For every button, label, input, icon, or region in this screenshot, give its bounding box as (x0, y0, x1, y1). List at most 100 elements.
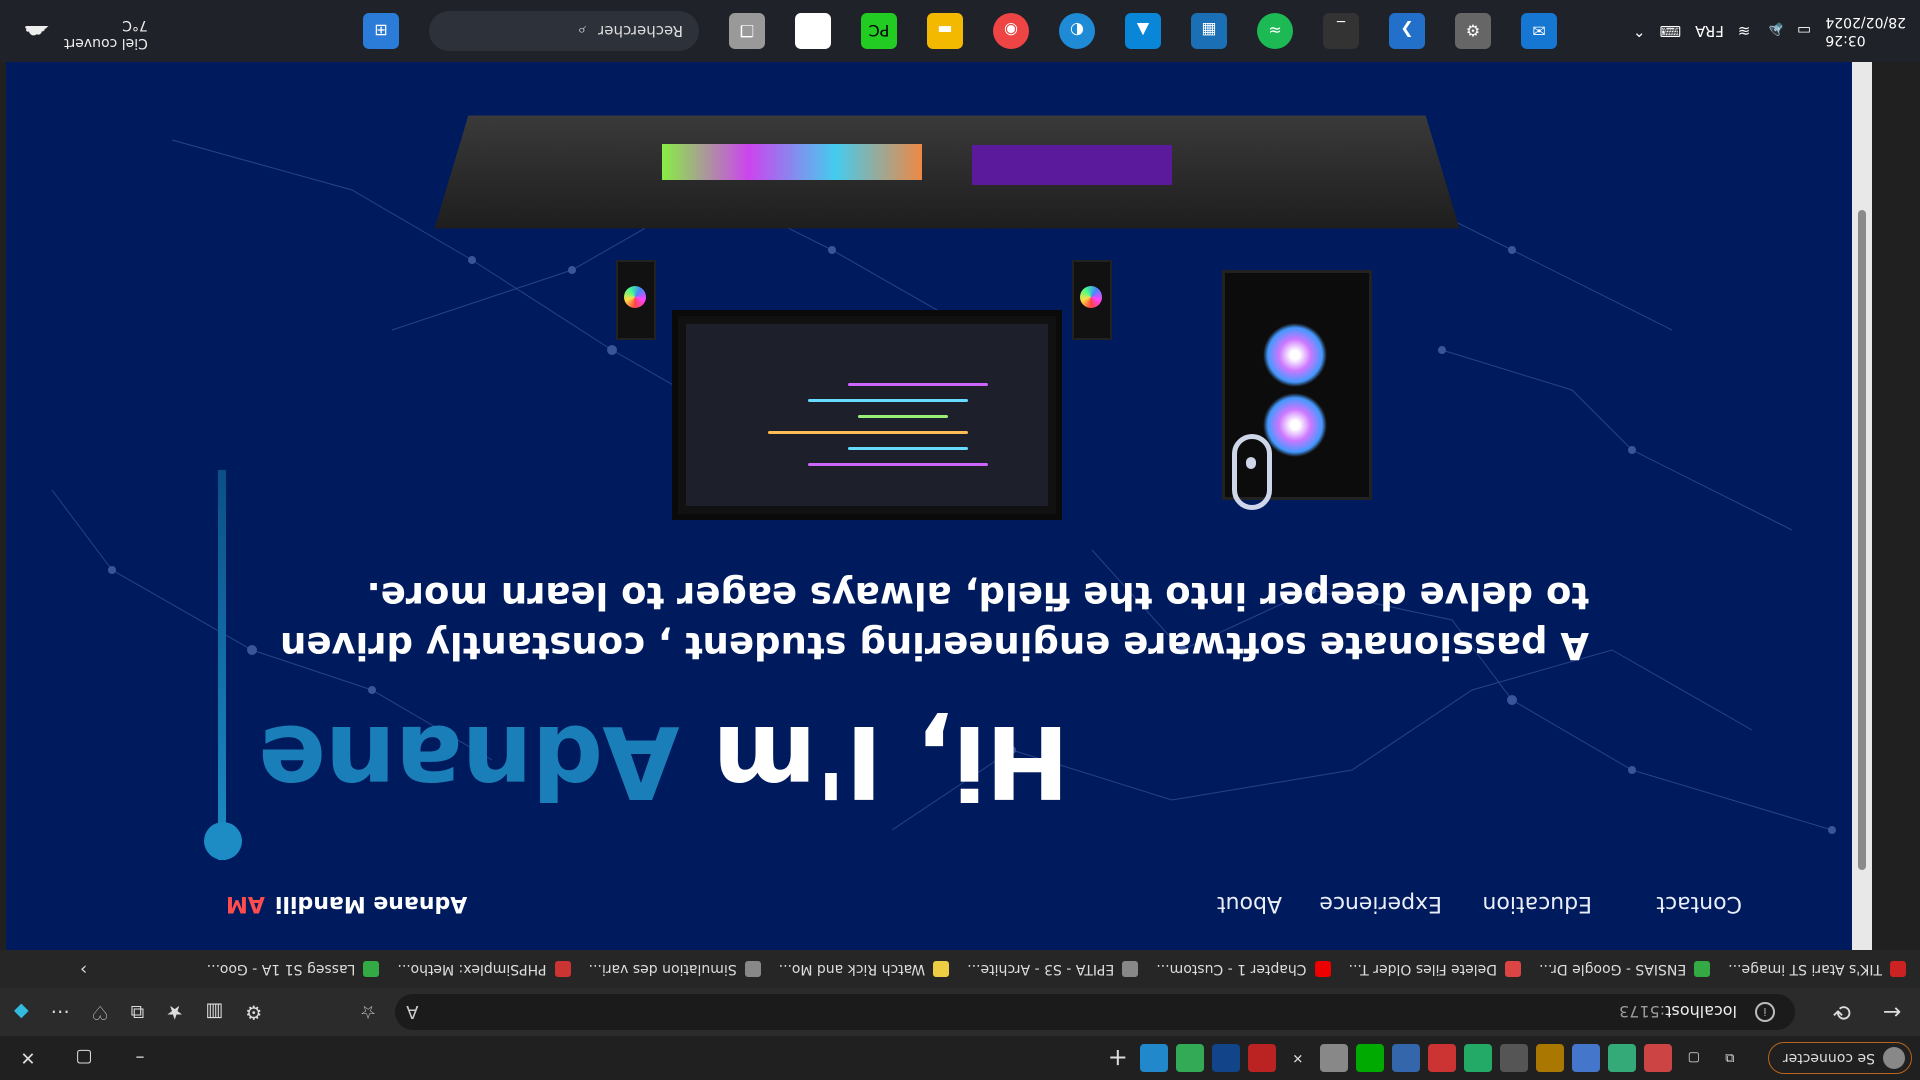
minimize-icon[interactable]: – (112, 1036, 168, 1080)
app-spotify-icon[interactable]: ≈ (1257, 13, 1293, 49)
new-tab-button[interactable]: + (1108, 1044, 1128, 1072)
favorite-item[interactable]: EPITA - S3 - Archite... (967, 961, 1139, 977)
favorite-item[interactable]: Chapter 1 - Custom... (1156, 961, 1331, 977)
url-actions: A ☆ (360, 988, 418, 1036)
performance-icon[interactable]: ♡ (92, 1001, 109, 1023)
favorite-item[interactable]: PHPSimplex: Metho... (397, 961, 571, 977)
tab-favicon-13[interactable] (1175, 1044, 1204, 1072)
edge-sidebar (1872, 50, 1920, 950)
tab-favicon-10[interactable] (1319, 1044, 1348, 1072)
favorite-item[interactable]: Lasseg S1 1A - Goo... (207, 961, 380, 977)
app-taskview-icon[interactable]: ❐ (729, 13, 765, 49)
weather-description: Ciel couvert (64, 35, 148, 51)
search-icon: ⌕ (577, 22, 587, 40)
taskbar-apps: ✉ ⚙ ❯ _ ≈ ▦ ▲ ◐ ◉ ▬ PC ❐ Rechercher ⌕ ⊞ (0, 0, 1920, 62)
hero-greeting: Hi, I'm (679, 703, 1070, 820)
site-info-icon[interactable]: i (1755, 1002, 1775, 1022)
hero-title: Hi, I'm Adnane (259, 703, 1069, 820)
collections-icon[interactable]: ⧉ (131, 1001, 145, 1023)
favorites-icon[interactable]: ★ (166, 1001, 183, 1023)
address-bar-row: ← ⟳ i localhost :5173 A ☆ ⚙ ▥ ★ ⧉ ♡ ⋯ ◆ (0, 988, 1920, 1036)
favorite-item[interactable]: Watch Rick and Mo... (779, 961, 950, 977)
close-tab-icon[interactable]: ✕ (1284, 1044, 1312, 1072)
read-aloud-icon[interactable]: A (406, 1002, 418, 1023)
tab-favicon-4[interactable] (1535, 1044, 1564, 1072)
cloud-storm-icon: ☁ (24, 19, 50, 49)
nav-experience-link[interactable]: Experience (1319, 891, 1442, 916)
tab-favicon-9[interactable] (1355, 1044, 1384, 1072)
hero-accent-line (218, 470, 226, 860)
screen-rotated: Se connecter ⧉ ▢ ✕ + – ▢ ✕ ← ⟳ i localho… (0, 0, 1920, 1080)
split-screen-icon[interactable]: ▥ (205, 1001, 223, 1023)
hero-accent-dot (204, 822, 242, 860)
speaker (1072, 260, 1112, 340)
favorite-star-icon[interactable]: ☆ (360, 1002, 376, 1023)
hero-subtitle: A passionate software engineering studen… (280, 574, 1589, 667)
copilot-icon[interactable]: ◆ (14, 1001, 29, 1023)
app-terminal-icon[interactable]: _ (1323, 13, 1359, 49)
weather-widget[interactable]: Ciel couvert 7°C ☁ (24, 16, 148, 52)
tab-favicon-14[interactable] (1139, 1044, 1168, 1072)
tab-favicon-1[interactable] (1643, 1044, 1672, 1072)
maximize-icon[interactable]: ▢ (56, 1036, 112, 1080)
app-pycharm-icon[interactable]: PC (861, 13, 897, 49)
tab-favicon-11[interactable] (1247, 1044, 1276, 1072)
back-icon[interactable]: ← (1870, 992, 1914, 1032)
refresh-icon[interactable]: ⟳ (1820, 992, 1864, 1032)
app-explorer-icon[interactable]: ▬ (927, 13, 963, 49)
tab-favicon-8[interactable] (1391, 1044, 1420, 1072)
mousepad (972, 145, 1172, 185)
app-store-icon[interactable] (795, 13, 831, 49)
windows-start-icon[interactable]: ⊞ (363, 13, 399, 49)
tab-favicon-3[interactable] (1571, 1044, 1600, 1072)
site-logo[interactable]: Adnane Mandili AM (226, 891, 467, 916)
windows-taskbar: 03:26 28/02/2024 ▭ 🔈 ≋ FRA ⌨ ⌃ ✉ ⚙ ❯ _ ≈… (0, 0, 1920, 62)
nav-about-link[interactable]: About (1217, 891, 1282, 916)
url-field[interactable]: i localhost :5173 (395, 994, 1795, 1030)
monitor-screen (672, 310, 1062, 520)
tab-favicon-5[interactable] (1499, 1044, 1528, 1072)
app-settings-icon[interactable]: ⚙ (1455, 13, 1491, 49)
tab-favicon-6[interactable] (1463, 1044, 1492, 1072)
site-navbar: Contact Education Experience About Adnan… (6, 850, 1872, 950)
url-host: localhost (1665, 1002, 1737, 1022)
scrollbar-thumb[interactable] (1858, 210, 1866, 870)
close-icon[interactable]: ✕ (0, 1036, 56, 1080)
tab-favicon-12[interactable] (1211, 1044, 1240, 1072)
page-scrollbar[interactable] (1852, 62, 1872, 950)
more-menu-icon[interactable]: ⋯ (51, 1001, 70, 1023)
page-viewport: Contact Education Experience About Adnan… (6, 62, 1872, 950)
nav-education-link[interactable]: Education (1482, 891, 1592, 916)
favorite-item[interactable]: ENSIAS - Google Dr... (1539, 961, 1711, 977)
rgb-keyboard (662, 144, 922, 180)
favorite-item[interactable]: TIK's Atari ST image... (1728, 961, 1906, 977)
code-editor-image (686, 324, 1048, 506)
tab-actions-icon[interactable]: ▢ (1680, 1044, 1708, 1072)
chevron-right-icon[interactable]: › (80, 959, 87, 980)
app-calculator-icon[interactable]: ▦ (1191, 13, 1227, 49)
app-mail-icon[interactable]: ✉ (1521, 13, 1557, 49)
search-label: Rechercher (598, 22, 683, 40)
favorites-bar: TIK's Atari ST image... ENSIAS - Google … (0, 950, 1920, 988)
nav-contact-link[interactable]: Contact (1656, 891, 1742, 916)
browser-tab-bar: Se connecter ⧉ ▢ ✕ + – ▢ ✕ (0, 1036, 1920, 1080)
hero-name: Adnane (259, 703, 680, 820)
extensions-icon[interactable]: ⚙ (245, 1001, 262, 1023)
workspaces-icon[interactable]: ⧉ (1716, 1044, 1744, 1072)
profile-label: Se connecter (1782, 1050, 1875, 1066)
app-vscode-icon[interactable]: ❯ (1389, 13, 1425, 49)
app-chrome-icon[interactable]: ◉ (993, 13, 1029, 49)
desk-setup-3d-scene[interactable] (422, 110, 1460, 520)
tab-favicon-7[interactable] (1427, 1044, 1456, 1072)
favorite-item[interactable]: Delete Files Older T... (1349, 961, 1522, 977)
avatar (1883, 1047, 1905, 1069)
favorite-item[interactable]: Simulation des vari... (589, 961, 761, 977)
taskbar-search[interactable]: Rechercher ⌕ (429, 11, 699, 51)
window-controls: – ▢ ✕ (0, 1036, 168, 1080)
tab-favicon-2[interactable] (1607, 1044, 1636, 1072)
profile-button[interactable]: Se connecter (1767, 1042, 1912, 1074)
app-edge-icon[interactable]: ◐ (1059, 13, 1095, 49)
logo-initials: AM (226, 891, 265, 916)
speaker (616, 260, 656, 340)
app-photos-icon[interactable]: ▲ (1125, 13, 1161, 49)
